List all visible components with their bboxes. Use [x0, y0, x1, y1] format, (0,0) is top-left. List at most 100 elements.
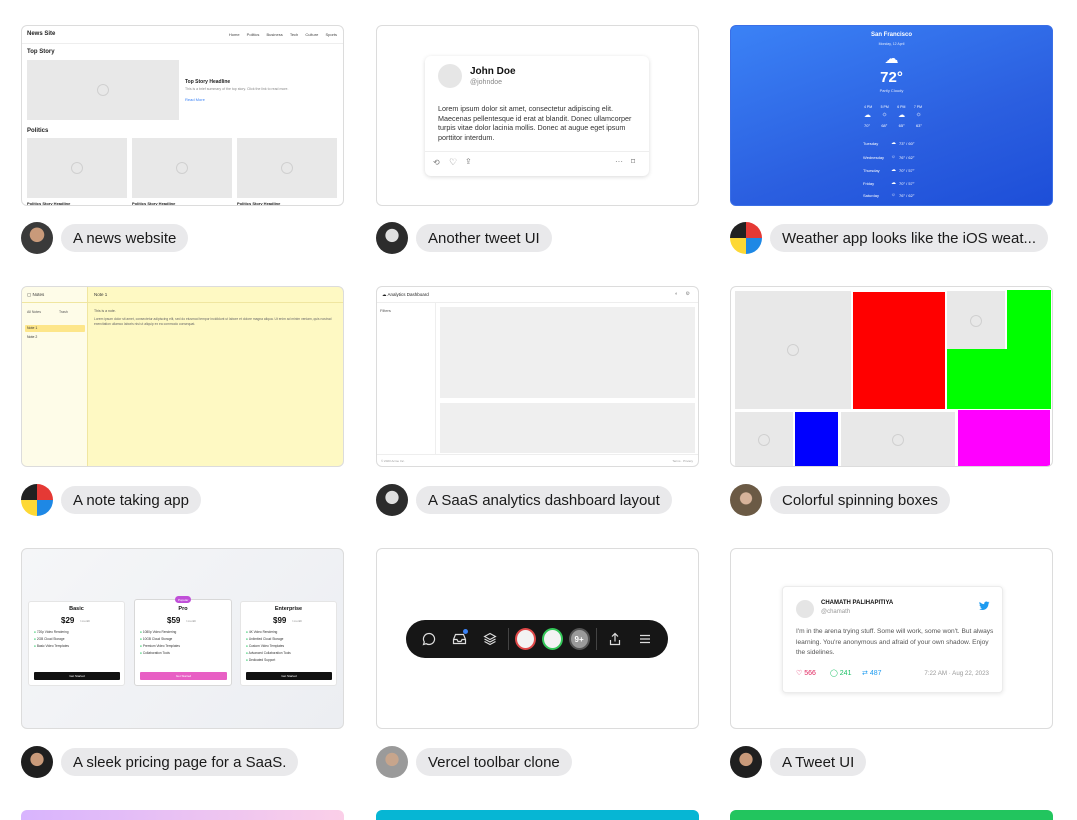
news-nav-tech[interactable]: Tech	[290, 32, 298, 37]
plan-card-basic: Basic $29 / month ● 720p Video Rendering…	[28, 601, 125, 686]
plan-price: $59	[167, 616, 181, 625]
avatar[interactable]	[730, 484, 762, 516]
forecast-range: 70° / 57°	[899, 181, 915, 186]
get-started-button[interactable]: Get Started	[140, 672, 227, 680]
forecast-day: Saturday	[863, 193, 880, 198]
layers-icon[interactable]	[474, 623, 504, 655]
caption-pricing: A sleek pricing page for a SaaS.	[21, 746, 299, 778]
note-editor-body[interactable]: Lorem ipsum dolor sit amet, consectetur …	[94, 317, 339, 326]
preview-card-tweet[interactable]: John Doe @johndoe Lorem ipsum dolor sit …	[376, 25, 699, 206]
caption-bubble[interactable]: A news website	[61, 224, 189, 252]
news-nav-home[interactable]: Home	[229, 32, 240, 37]
avatar	[796, 600, 814, 618]
filters-label[interactable]: Filters	[380, 308, 391, 313]
caption-bubble[interactable]: A note taking app	[61, 486, 201, 514]
avatar[interactable]	[21, 222, 53, 254]
note-editor-line[interactable]: This is a note.	[94, 309, 116, 313]
theme-icon[interactable]: ◐	[675, 291, 678, 297]
comment-icon[interactable]	[414, 623, 444, 655]
more-icon[interactable]: ···	[615, 157, 623, 166]
avatar[interactable]	[730, 746, 762, 778]
preview-card-dashboard[interactable]: ☁ Analytics Dashboard ◐ ⚙ Filters © 2023…	[376, 286, 699, 467]
inbox-icon[interactable]	[444, 623, 474, 655]
tweet-likes[interactable]: ♡ 566	[796, 669, 816, 677]
news-politics-image-3	[237, 138, 337, 198]
news-top-headline[interactable]: Top Story Headline	[185, 79, 230, 85]
trash-button[interactable]: Trash	[59, 310, 68, 314]
box-placeholder	[735, 412, 793, 466]
avatar[interactable]	[376, 746, 408, 778]
popular-badge: Popular	[175, 596, 192, 603]
news-nav-sports[interactable]: Sports	[325, 32, 337, 37]
share-icon[interactable]: ⇪	[465, 157, 472, 166]
twitter-bird-icon[interactable]	[979, 601, 990, 614]
hour-temp: 65°	[898, 123, 905, 128]
news-read-more-link[interactable]: Read More	[185, 97, 205, 102]
preview-card-tweet-ui[interactable]: CHAMATH PALIHAPITIYA @chamath I'm in the…	[730, 548, 1053, 729]
plan-feature: ● Dedicated Support	[246, 658, 275, 662]
plan-feature-text: Advanced Collaboration Tools	[248, 651, 291, 655]
share-icon[interactable]	[600, 623, 630, 655]
caption-tweet-ui: A Tweet UI	[730, 746, 867, 778]
like-icon[interactable]: ♡	[449, 157, 457, 168]
preview-card-news[interactable]: News Site Home Politics Business Tech Cu…	[21, 25, 344, 206]
note-item-label[interactable]: Note 1	[27, 326, 37, 330]
plan-feature: ● 2GB Cloud Storage	[34, 637, 64, 641]
get-started-button[interactable]: Get Started	[34, 672, 120, 680]
retweets-count: 487	[869, 670, 882, 677]
retweet-icon[interactable]: ⟲	[433, 158, 440, 167]
preview-card-next-1[interactable]	[21, 810, 344, 820]
preview-card-toolbar[interactable]: 9+	[376, 548, 699, 729]
caption-bubble[interactable]: Colorful spinning boxes	[770, 486, 950, 514]
avatar	[438, 64, 462, 88]
tweet-replies[interactable]: ◯ 241	[830, 669, 851, 677]
caption-boxes: Colorful spinning boxes	[730, 484, 950, 516]
dashboard-footer-links[interactable]: Terms · Privacy	[672, 459, 693, 463]
news-top-image	[27, 60, 179, 120]
avatar[interactable]	[21, 484, 53, 516]
plan-feature: ● Advanced Collaboration Tools	[246, 651, 291, 655]
caption-bubble[interactable]: Weather app looks like the iOS weat...	[770, 224, 1049, 252]
green-status-circle[interactable]	[541, 628, 563, 650]
tweet-body: Lorem ipsum dolor sit amet, consectetur …	[438, 104, 632, 142]
preview-card-boxes[interactable]	[730, 286, 1053, 467]
all-notes-button[interactable]: All Notes	[27, 310, 41, 314]
news-nav-business[interactable]: Business	[266, 32, 282, 37]
forecast-day: Thursday	[863, 168, 880, 173]
note-editor-title[interactable]: Note 1	[94, 292, 107, 297]
red-status-circle[interactable]	[514, 628, 536, 650]
tweet-retweets[interactable]: ⇄ 487	[862, 669, 882, 677]
dashboard-copyright: © 2023 Acme Inc.	[381, 459, 405, 463]
news-divider	[22, 43, 343, 44]
news-nav-culture[interactable]: Culture	[305, 32, 318, 37]
caption-bubble[interactable]: A SaaS analytics dashboard layout	[416, 486, 672, 514]
caption-bubble[interactable]: A Tweet UI	[770, 748, 867, 776]
note-item-label[interactable]: Note 2	[27, 335, 37, 339]
avatar[interactable]	[730, 222, 762, 254]
caption-bubble[interactable]: Vercel toolbar clone	[416, 748, 572, 776]
get-started-button[interactable]: Get Started	[246, 672, 332, 680]
avatar[interactable]	[21, 746, 53, 778]
caption-bubble[interactable]: A sleek pricing page for a SaaS.	[61, 748, 299, 776]
check-icon: ●	[140, 644, 142, 648]
plan-name: Basic	[69, 606, 84, 612]
news-nav-politics[interactable]: Politics	[247, 32, 260, 37]
preview-card-notes[interactable]: ▢ Notes All Notes Trash Note 1 Note 2 No…	[21, 286, 344, 467]
tweet-card: John Doe @johndoe Lorem ipsum dolor sit …	[425, 56, 649, 176]
avatar[interactable]	[376, 484, 408, 516]
avatar[interactable]	[376, 222, 408, 254]
caption-bubble[interactable]: Another tweet UI	[416, 224, 552, 252]
hour-label: 4 PM	[864, 105, 873, 109]
menu-icon[interactable]	[630, 623, 660, 655]
count-badge[interactable]: 9+	[568, 628, 590, 650]
bookmark-icon[interactable]: ⌑	[631, 157, 635, 166]
preview-card-pricing[interactable]: Basic $29 / month ● 720p Video Rendering…	[21, 548, 344, 729]
preview-card-next-2[interactable]	[376, 810, 699, 820]
gear-icon[interactable]: ⚙	[686, 291, 690, 297]
box-magenta	[958, 410, 1050, 466]
check-icon: ●	[34, 644, 36, 648]
forecast-range: 76° / 62°	[899, 155, 915, 160]
preview-card-next-3[interactable]	[730, 810, 1053, 820]
preview-card-weather[interactable]: San Francisco Monday, 12 April ☁ 72° Par…	[730, 25, 1053, 206]
hour-label: 6 PM	[897, 105, 906, 109]
